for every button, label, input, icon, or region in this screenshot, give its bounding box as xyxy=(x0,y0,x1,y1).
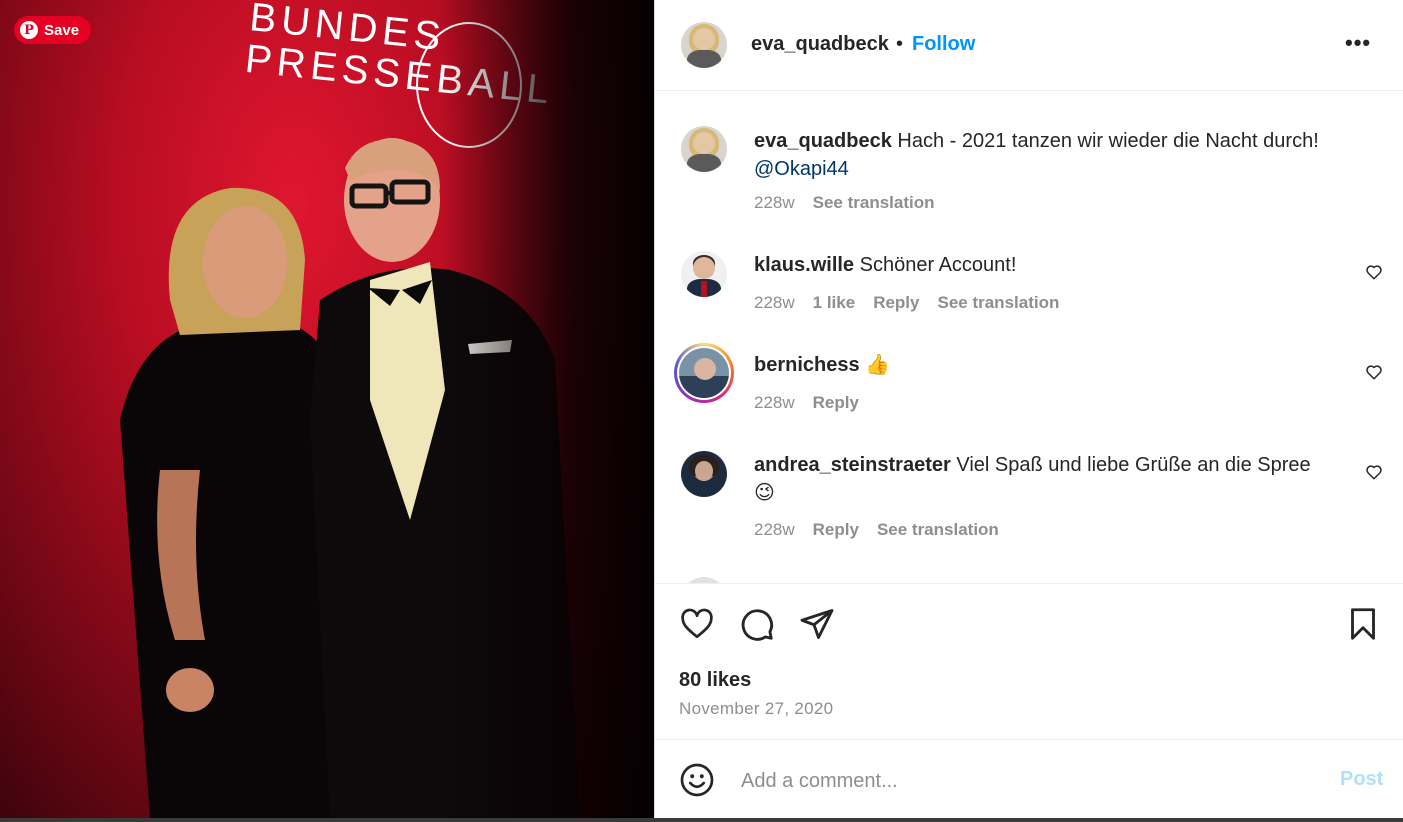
comment-see-translation[interactable]: See translation xyxy=(877,520,999,540)
add-comment-input[interactable] xyxy=(739,766,1303,796)
comments-list[interactable]: eva_quadbeck Hach - 2021 tanzen wir wied… xyxy=(655,91,1403,583)
comment-like-heart-icon[interactable] xyxy=(1365,363,1383,381)
comment-avatar[interactable] xyxy=(681,251,727,297)
post-details-panel: eva_quadbeck • Follow ••• eva_quadbeck H… xyxy=(654,0,1403,818)
comment-text-block: klaus.wille Schöner Account! xyxy=(754,251,1016,279)
post-date: November 27, 2020 xyxy=(679,699,834,718)
caption-username[interactable]: eva_quadbeck xyxy=(754,130,892,152)
save-bookmark-icon[interactable] xyxy=(1345,606,1381,642)
page-bottom-strip xyxy=(0,818,1403,822)
likes-count[interactable]: 80 likes xyxy=(679,669,751,692)
post-photo[interactable]: BUNDES PRESSEBALL P Save xyxy=(0,0,654,818)
comment-text: Viel Spaß und liebe Grüße an die Spree xyxy=(956,454,1311,476)
like-heart-icon[interactable] xyxy=(679,606,715,642)
comment-reply-button[interactable]: Reply xyxy=(813,520,859,540)
comment-meta: 228w 1 like Reply See translation xyxy=(754,293,1059,313)
comment-username[interactable]: klaus.wille xyxy=(754,254,854,276)
comment-meta: 228w Reply See translation xyxy=(754,520,999,540)
comment-text-block: andrea_steinstraeter Viel Spaß und liebe… xyxy=(754,451,1354,507)
caption-avatar[interactable] xyxy=(681,126,727,172)
caption-text: Hach - 2021 tanzen wir wieder die Nacht … xyxy=(897,130,1319,152)
caption-text-block: eva_quadbeck Hach - 2021 tanzen wir wied… xyxy=(754,127,1364,183)
comment-age[interactable]: 228w xyxy=(754,393,795,413)
caption-mention[interactable]: @Okapi44 xyxy=(754,158,849,180)
pinterest-save-label: Save xyxy=(44,21,80,39)
comment-emoji: 😉 xyxy=(754,482,775,504)
post-header: eva_quadbeck • Follow ••• xyxy=(655,0,1403,91)
comment-username[interactable]: andrea_steinstraeter xyxy=(754,454,951,476)
comment-like-heart-icon[interactable] xyxy=(1365,263,1383,281)
comment-text-block: bernichess 👍 xyxy=(754,351,890,379)
comment-text: Schöner Account! xyxy=(859,254,1017,276)
comment-text: 👍 xyxy=(865,354,891,376)
comment-reply-button[interactable]: Reply xyxy=(873,293,919,313)
comment-reply-button[interactable]: Reply xyxy=(813,393,859,413)
header-separator: • xyxy=(896,33,904,55)
emoji-picker-icon[interactable] xyxy=(679,762,715,798)
follow-button[interactable]: Follow xyxy=(912,33,975,56)
caption-meta: 228w See translation xyxy=(754,193,935,213)
post-comment-button[interactable]: Post xyxy=(1340,768,1383,791)
comment-username[interactable]: bernichess xyxy=(754,354,860,376)
comment-composer: Post xyxy=(655,739,1403,819)
story-ring[interactable] xyxy=(674,343,734,403)
comment-like-count[interactable]: 1 like xyxy=(813,293,856,313)
comment-like-heart-icon[interactable] xyxy=(1365,463,1383,481)
comment-see-translation[interactable]: See translation xyxy=(937,293,1059,313)
comment-avatar[interactable] xyxy=(679,348,729,398)
caption-see-translation[interactable]: See translation xyxy=(813,193,935,213)
comment-age[interactable]: 228w xyxy=(754,293,795,313)
share-paper-plane-icon[interactable] xyxy=(799,606,835,642)
more-options-icon[interactable]: ••• xyxy=(1345,30,1371,56)
comment-avatar[interactable] xyxy=(681,451,727,497)
caption-age[interactable]: 228w xyxy=(754,193,795,213)
photo-background-shadow xyxy=(440,0,654,818)
author-username[interactable]: eva_quadbeck xyxy=(751,33,889,56)
comment-bubble-icon[interactable] xyxy=(739,606,775,642)
post-actions: 80 likes November 27, 2020 xyxy=(655,583,1403,740)
comment-age[interactable]: 228w xyxy=(754,520,795,540)
comment-meta: 228w Reply xyxy=(754,393,859,413)
author-avatar[interactable] xyxy=(681,22,727,68)
pinterest-save-button[interactable]: P Save xyxy=(14,16,92,44)
pinterest-icon: P xyxy=(20,21,38,39)
